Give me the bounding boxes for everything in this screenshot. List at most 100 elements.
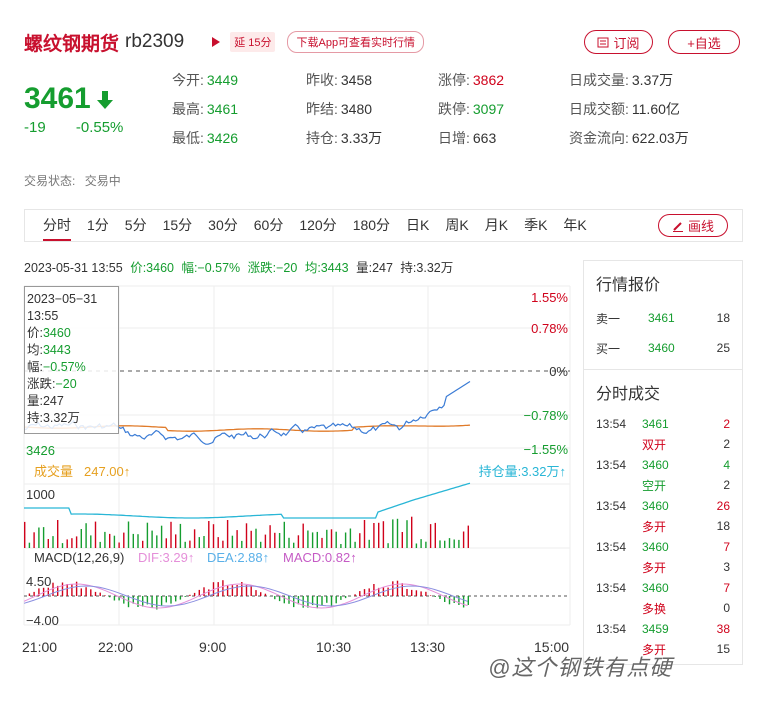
down-arrow-icon xyxy=(96,91,113,109)
trade-price: 3461 xyxy=(642,417,669,431)
tab-0[interactable]: 分时 xyxy=(35,210,79,241)
x-tick: 22:00 xyxy=(98,639,133,655)
tab-6[interactable]: 120分 xyxy=(291,210,344,241)
volume-bar xyxy=(222,540,224,548)
macd-bar xyxy=(420,591,422,596)
quote-price: 3460 xyxy=(648,341,675,355)
info-volume: 量:247 xyxy=(356,261,393,275)
stat-item: 跌停: 3097 xyxy=(438,99,504,119)
volume-bar xyxy=(38,527,40,548)
quote-row: 买一 3460 25 xyxy=(584,333,742,363)
macd-bar xyxy=(137,596,139,607)
tooltip-avg: 3443 xyxy=(42,343,71,357)
macd-bar xyxy=(278,596,281,602)
last-price: 3461 xyxy=(24,82,115,116)
macd-bar xyxy=(231,585,234,596)
trade-price: 3460 xyxy=(642,458,669,472)
macd-bar xyxy=(170,596,172,604)
stat-value: 3097 xyxy=(472,101,505,117)
volume-bar xyxy=(137,534,139,548)
trade-price: 3460 xyxy=(642,581,669,595)
add-watchlist-button[interactable]: +自选 xyxy=(668,30,740,54)
tab-2[interactable]: 5分 xyxy=(117,210,155,241)
macd-bar xyxy=(160,596,163,606)
volume-bar xyxy=(349,528,352,548)
stat-label: 今开: xyxy=(172,72,204,88)
trade-vol: 38 xyxy=(716,622,730,636)
volume-bar xyxy=(75,536,78,548)
tab-5[interactable]: 60分 xyxy=(246,210,292,241)
volume-bar xyxy=(33,532,35,548)
volume-bar xyxy=(113,535,116,548)
tab-7[interactable]: 180分 xyxy=(345,210,398,241)
stat-item: 昨结: 3480 xyxy=(306,99,372,119)
pct-label-bot: −1.55% xyxy=(524,442,569,457)
volume-bar xyxy=(458,539,460,548)
macd-bar xyxy=(222,580,224,596)
macd-bar xyxy=(439,596,441,599)
volume-bar xyxy=(415,543,418,548)
subscribe-label: 订阅 xyxy=(613,35,640,51)
volume-bar xyxy=(269,525,271,548)
macd-bar xyxy=(217,582,219,596)
subscribe-button[interactable]: 订阅 xyxy=(584,30,653,54)
volume-bar xyxy=(439,540,441,548)
macd-bar xyxy=(255,590,257,596)
macd-bar xyxy=(302,596,304,608)
trade-time: 13:54 xyxy=(596,622,627,636)
macd-value: MACD:0.82↑ xyxy=(283,550,357,565)
macd-bar xyxy=(189,594,191,596)
draw-line-button[interactable]: 画线 xyxy=(658,214,728,237)
macd-bar xyxy=(28,593,31,596)
macd-bar xyxy=(359,591,361,596)
tab-12[interactable]: 年K xyxy=(555,210,594,241)
volume-bar xyxy=(90,535,92,548)
volume-bar xyxy=(278,533,281,548)
tooltip-vol: 247 xyxy=(42,394,64,408)
volume-bar xyxy=(354,541,356,548)
volume-bar xyxy=(411,516,413,548)
volume-bar xyxy=(118,542,120,548)
volume-bar xyxy=(184,541,186,548)
volume-bar xyxy=(189,540,191,548)
macd-bar xyxy=(104,595,106,596)
tab-9[interactable]: 周K xyxy=(437,210,476,241)
trade-time: 13:54 xyxy=(596,540,627,554)
stat-label: 资金流向: xyxy=(569,130,629,146)
tab-8[interactable]: 日K xyxy=(398,210,437,241)
play-icon[interactable] xyxy=(212,37,221,47)
macd-axis-top: 4.50 xyxy=(26,574,51,589)
info-price: 价:3460 xyxy=(130,261,174,275)
trade-panel-title: 分时成交 xyxy=(596,386,661,403)
info-diff: 涨跌:−20 xyxy=(247,261,298,275)
tooltip-range: −0.57% xyxy=(42,360,86,374)
macd-bar xyxy=(113,596,116,601)
trade-type: 双开 xyxy=(642,437,667,452)
info-avg: 均:3443 xyxy=(304,261,349,275)
stat-item: 今开: 3449 xyxy=(172,70,238,90)
tab-10[interactable]: 月K xyxy=(477,210,516,241)
volume-bar xyxy=(245,523,248,548)
macd-bar xyxy=(264,593,267,596)
pct-label-2: 0.78% xyxy=(531,321,568,336)
tooltip-hold-label: 持: xyxy=(27,411,43,425)
stat-label: 最低: xyxy=(172,130,204,146)
trade-price: 3459 xyxy=(642,622,669,636)
tab-3[interactable]: 15分 xyxy=(155,210,201,241)
tab-4[interactable]: 30分 xyxy=(200,210,246,241)
stat-label: 持仓: xyxy=(306,130,338,146)
stat-value: 3.37万 xyxy=(631,72,674,88)
volume-bar xyxy=(165,538,167,548)
stat-item: 日成交额: 11.60亿 xyxy=(569,99,680,119)
volume-bar xyxy=(61,543,64,548)
volume-bar xyxy=(231,535,234,548)
download-app-link[interactable]: 下载App可查看实时行情 xyxy=(287,31,425,53)
volume-bar xyxy=(85,523,87,548)
volume-bar xyxy=(127,521,130,548)
tab-1[interactable]: 1分 xyxy=(79,210,117,241)
tab-11[interactable]: 季K xyxy=(516,210,555,241)
stat-item: 最低: 3426 xyxy=(172,128,238,148)
macd-bar xyxy=(33,591,35,596)
volume-bar xyxy=(429,524,432,548)
macd-bar xyxy=(448,596,451,605)
